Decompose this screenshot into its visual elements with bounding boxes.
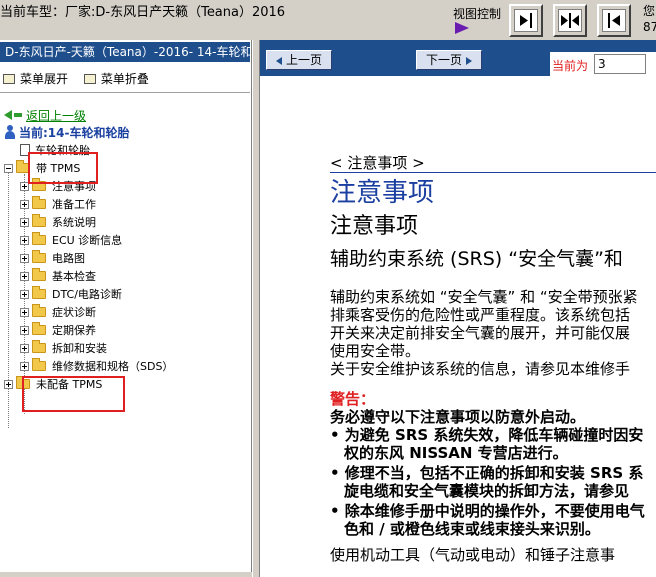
view-right-pane-button[interactable]: [597, 4, 631, 37]
folder-icon: [32, 214, 46, 227]
menu-icon: [3, 73, 15, 84]
tree-item-child[interactable]: 基本检查: [20, 267, 96, 285]
bullet-line: • 除本维修手册中说明的操作外，不要使用电气: [330, 502, 645, 520]
expand-icon[interactable]: [20, 217, 29, 227]
collapse-all-label: 菜单折叠: [100, 72, 149, 86]
tree-item-child[interactable]: 症状诊断: [20, 303, 96, 321]
arrow-right-icon: [466, 56, 472, 65]
person-icon: [4, 125, 16, 139]
current-location: 当前:14-车轮和轮胎: [4, 123, 129, 141]
highlight-box: [22, 376, 125, 412]
top-toolbar: 当前车型：厂家:D-东风日产天籁（Teana）2016 视图控制 您 87: [0, 0, 656, 40]
tree-item-child[interactable]: 准备工作: [20, 195, 96, 213]
expand-icon[interactable]: [20, 307, 29, 317]
expand-icon[interactable]: [4, 379, 13, 389]
folder-icon: [32, 304, 46, 317]
navigation-header: D-东风日产-天籁（Teana）-2016- 14-车轮和轮胎: [0, 42, 250, 62]
page-title: 注意事项: [330, 178, 435, 208]
page-label: 当前为: [552, 59, 589, 73]
folder-icon: [32, 340, 46, 353]
warning-text: 务必遵守以下注意事项以防意外启动。: [330, 408, 586, 426]
folder-icon: [32, 196, 46, 209]
view-control-arrow-icon[interactable]: [455, 22, 469, 34]
folder-icon: [32, 268, 46, 281]
window-title: 当前车型：厂家:D-东风日产天籁（Teana）2016: [0, 5, 286, 20]
horizontal-scrollbar[interactable]: [0, 572, 252, 577]
expand-all-label: 菜单展开: [20, 72, 69, 86]
divider: [0, 92, 250, 93]
section-crumb: < 注意事项 >: [330, 154, 425, 172]
bullet-line: 旋电缆和安全气囊模块的拆卸方法，请参见: [344, 482, 630, 500]
back-link[interactable]: 返回上一级: [4, 106, 86, 124]
tree-item-child[interactable]: 电路图: [20, 249, 85, 267]
folder-icon: [32, 322, 46, 335]
expand-all-button[interactable]: 菜单展开: [3, 70, 68, 87]
collapse-icon[interactable]: [4, 163, 13, 173]
page-number-input[interactable]: [594, 54, 646, 74]
paragraph-line: 关于安全维护该系统的信息，请参见本维修手: [330, 360, 631, 378]
paragraph-line: 使用机动工具（气动或电动）和锤子注意事: [330, 546, 616, 564]
bullet-line: • 修理不当，包括不正确的拆卸和安装 SRS 系: [330, 464, 644, 482]
tree-item-child[interactable]: DTC/电路诊断: [20, 285, 122, 303]
section-title: 注意事项: [330, 214, 419, 239]
folder-icon: [32, 358, 46, 371]
collapse-all-button[interactable]: 菜单折叠: [83, 70, 149, 87]
tree-item-child[interactable]: 维修数据和规格（SDS）: [20, 357, 173, 375]
tree-item-child[interactable]: 系统说明: [20, 213, 96, 231]
warning-heading: 警告：: [330, 390, 376, 408]
highlight-box: [28, 152, 98, 184]
paragraph-line: 开关来决定前排安全气囊的展开，并可能仅展: [330, 324, 631, 342]
expand-icon[interactable]: [20, 235, 29, 245]
back-arrow-icon: [4, 110, 12, 120]
expand-left-icon: [608, 13, 620, 28]
tree-item-child[interactable]: 拆卸和安装: [20, 339, 107, 357]
expand-right-icon: [520, 13, 532, 28]
pane-splitter[interactable]: [252, 40, 260, 577]
navigation-pane: D-东风日产-天籁（Teana）-2016- 14-车轮和轮胎 菜单展开 菜单折…: [0, 40, 252, 577]
split-view-icon: [561, 13, 579, 28]
tree-item-child[interactable]: 定期保养: [20, 321, 96, 339]
next-page-button[interactable]: 下一页: [416, 50, 482, 70]
bullet-line: 色和 / 或橙色线束或线束接头来识别。: [344, 520, 600, 538]
expand-icon[interactable]: [20, 289, 29, 299]
folder-icon: [32, 286, 46, 299]
bullet-line: • 为避免 SRS 系统失效，降低车辆碰撞时因安: [330, 426, 644, 444]
paragraph-line: 使用安全带。: [330, 342, 421, 360]
menu-actions: 菜单展开 菜单折叠: [3, 70, 161, 87]
paragraph-line: 辅助约束系统如 “安全气囊” 和 “安全带预张紧: [330, 288, 638, 306]
expand-icon[interactable]: [20, 253, 29, 263]
content-pane: 上一页 下一页 当前为 < 注意事项 > 注意事项 注意事项 辅助约束系统 (S…: [260, 40, 656, 577]
view-split-button[interactable]: [553, 4, 587, 37]
folder-icon: [32, 232, 46, 245]
expand-icon[interactable]: [20, 361, 29, 371]
page-indicator: 当前为: [550, 52, 656, 76]
menu-icon: [83, 73, 96, 84]
user-info-text: 您 87: [643, 4, 656, 34]
folder-icon: [32, 250, 46, 263]
expand-icon[interactable]: [20, 325, 29, 335]
view-control-label: 视图控制: [453, 7, 502, 21]
page-navbar: 上一页 下一页 当前为: [260, 40, 656, 76]
expand-icon[interactable]: [20, 343, 29, 353]
expand-icon[interactable]: [20, 271, 29, 281]
view-left-pane-button[interactable]: [509, 4, 543, 37]
subsection-title: 辅助约束系统 (SRS) “安全气囊”和: [330, 248, 623, 270]
expand-icon[interactable]: [20, 199, 29, 209]
paragraph-line: 排乘客受伤的危险性或严重程度。该系统包括: [330, 306, 631, 324]
prev-page-button[interactable]: 上一页: [266, 50, 332, 70]
tree-item-child[interactable]: ECU 诊断信息: [20, 231, 122, 249]
bullet-line: 权的东风 NISSAN 专营店进行。: [344, 444, 568, 462]
arrow-left-icon: [275, 56, 282, 65]
